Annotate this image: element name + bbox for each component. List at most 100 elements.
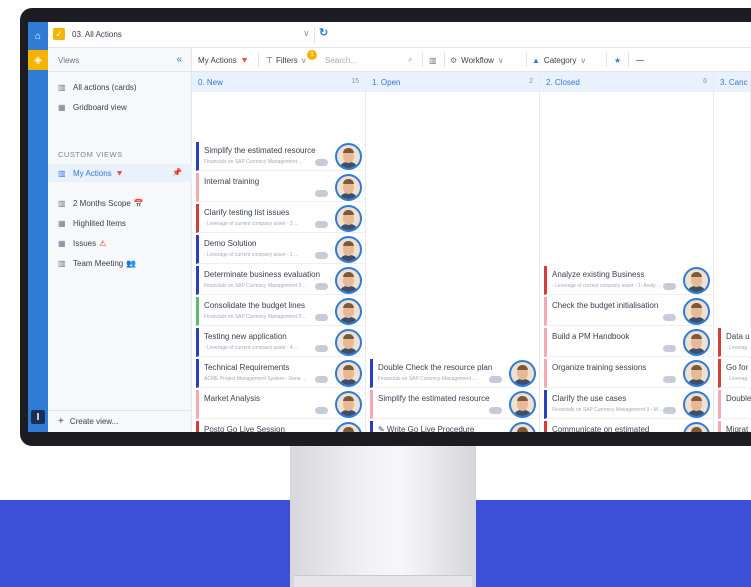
app-logo-icon[interactable]: I [31, 410, 45, 424]
action-card[interactable]: Clarify testing list issues - Leverage of… [196, 204, 364, 233]
action-card[interactable]: Check the budget initialisation [544, 297, 712, 326]
action-card[interactable]: Market Analysis [196, 390, 364, 419]
action-card[interactable]: Communicate on estimatedFinancials on SA… [544, 421, 712, 432]
create-view-button[interactable]: + Create view... [48, 410, 192, 432]
avatar[interactable] [683, 391, 710, 418]
current-view-button[interactable]: My Actions 🔻 [198, 48, 250, 72]
column-header[interactable]: 3. Canc [714, 72, 750, 92]
avatar-body [687, 286, 706, 292]
card-title: Analyze existing Business [552, 270, 645, 279]
collapse-icon[interactable]: « [176, 54, 182, 65]
card-title: Migrat [726, 425, 749, 432]
column-count: 15 [351, 78, 359, 85]
comment-count-chip [489, 407, 502, 414]
layers-icon[interactable]: ◈ [28, 50, 48, 70]
action-card[interactable]: Demo Solution - Leverage of current compa… [196, 235, 364, 264]
filters-label: Filters [275, 55, 298, 65]
action-card[interactable]: MigratFinancia [718, 421, 751, 432]
column-header[interactable]: 2. Closed 6 [540, 72, 713, 92]
avatar[interactable] [335, 205, 362, 232]
avatar[interactable] [335, 298, 362, 325]
action-card[interactable]: Build a PM Handbook [544, 328, 712, 357]
sidebar-title: Views [58, 56, 80, 65]
card-subtitle: Financials on SAP Currency Management 3 … [552, 407, 664, 413]
avatar[interactable] [335, 174, 362, 201]
home-icon[interactable]: ⌂ [28, 26, 48, 46]
sidebar-item-2-months-scope[interactable]: ▥ 2 Months Scope 📅 [48, 194, 192, 212]
avatar[interactable] [509, 422, 536, 432]
action-card[interactable]: Testing new application - Leverage of cur… [196, 328, 364, 357]
action-card[interactable]: Analyze existing Business - Leverage of c… [544, 266, 712, 295]
create-view-label: Create view... [69, 417, 119, 426]
avatar-hair [691, 334, 702, 339]
avatar[interactable] [683, 360, 710, 387]
sidebar-item-gridboard[interactable]: ▦ Gridboard view [48, 98, 192, 116]
avatar[interactable] [683, 329, 710, 356]
column-header[interactable]: 0. New 15 [192, 72, 365, 92]
avatar[interactable] [335, 391, 362, 418]
tag-icon: ▲ [532, 55, 540, 65]
monitor-stand [290, 440, 476, 587]
avatar-body [339, 224, 358, 230]
card-title: Data u [726, 332, 750, 341]
action-card[interactable]: Double [718, 390, 751, 419]
sidebar-item-team-meeting[interactable]: ▥ Team Meeting 👥 [48, 254, 192, 272]
filters-button[interactable]: ⊤ Filters ∨ [266, 48, 307, 72]
comment-count-chip [315, 221, 328, 228]
sidebar-item-label: Issues [73, 238, 97, 248]
action-card[interactable]: Internal training [196, 173, 364, 202]
avatar[interactable] [683, 267, 710, 294]
sidebar-item-my-actions[interactable]: ▥ My Actions 🔻 📌 [48, 164, 192, 182]
card-title: Demo Solution [204, 239, 257, 248]
action-card[interactable]: Posto Go Live Session- Leverage of curre… [196, 421, 364, 432]
check-icon: ✓ [53, 28, 65, 40]
divider [258, 53, 259, 67]
action-card[interactable]: Organize training sessions [544, 359, 712, 388]
avatar[interactable] [335, 360, 362, 387]
action-card[interactable]: Technical Requirements ACME Project Manag… [196, 359, 364, 388]
comment-count-chip [315, 314, 328, 321]
action-card[interactable]: Determinate business evaluation Financial… [196, 266, 364, 295]
category-button[interactable]: ▲ Category ∨ [532, 48, 586, 72]
search-icon[interactable]: ⌕ [408, 48, 412, 72]
avatar[interactable] [683, 422, 710, 432]
action-card[interactable]: Go for - Leverag [718, 359, 751, 388]
avatar-body [513, 410, 532, 416]
sidebar-item-all-actions[interactable]: ▥ All actions (cards) [48, 78, 192, 96]
avatar[interactable] [683, 298, 710, 325]
divider [628, 53, 629, 67]
sidebar-item-highlited-items[interactable]: ▦ Highlited Items [48, 214, 192, 232]
avatar[interactable] [335, 236, 362, 263]
action-card[interactable]: Simplify the estimated resource Financial… [196, 142, 364, 171]
board-selector[interactable]: 03. All Actions [72, 30, 122, 39]
comment-count-chip [315, 252, 328, 259]
sidebar-item-issues[interactable]: ▦ Issues ⚠ [48, 234, 192, 252]
action-card[interactable]: Consolidate the budget lines Financials o… [196, 297, 364, 326]
avatar[interactable] [335, 267, 362, 294]
column-header[interactable]: 1. Open 2 [366, 72, 539, 92]
star-icon[interactable]: ★ [614, 48, 621, 72]
action-card[interactable]: Clarify the use cases Financials on SAP C… [544, 390, 712, 419]
chart-icon[interactable]: ▥ [429, 48, 437, 72]
avatar[interactable] [335, 329, 362, 356]
avatar-body [339, 348, 358, 354]
avatar[interactable] [509, 360, 536, 387]
pin-icon[interactable]: 📌 [172, 168, 182, 177]
action-card[interactable]: ✎ Write Go Live ProcedureACME Project Ma… [370, 421, 538, 432]
current-view-label: My Actions [198, 55, 237, 65]
refresh-icon[interactable]: ↻ [319, 26, 328, 39]
comment-count-chip [663, 345, 676, 352]
action-card[interactable]: Simplify the estimated resource [370, 390, 538, 419]
avatar[interactable] [335, 143, 362, 170]
chevron-down-icon: ∨ [497, 55, 504, 65]
avatar[interactable] [509, 391, 536, 418]
workflow-label: Workflow [461, 55, 494, 65]
search-input[interactable] [322, 52, 402, 68]
more-icon[interactable]: — [636, 48, 644, 72]
chevron-down-icon[interactable]: ∨ [303, 28, 310, 39]
action-card[interactable]: Double Check the resource plan Financials… [370, 359, 538, 388]
comment-count-chip [489, 376, 502, 383]
avatar[interactable] [335, 422, 362, 432]
action-card[interactable]: Data u - Leverag [718, 328, 751, 357]
workflow-button[interactable]: ⚙ Workflow ∨ [450, 48, 504, 72]
